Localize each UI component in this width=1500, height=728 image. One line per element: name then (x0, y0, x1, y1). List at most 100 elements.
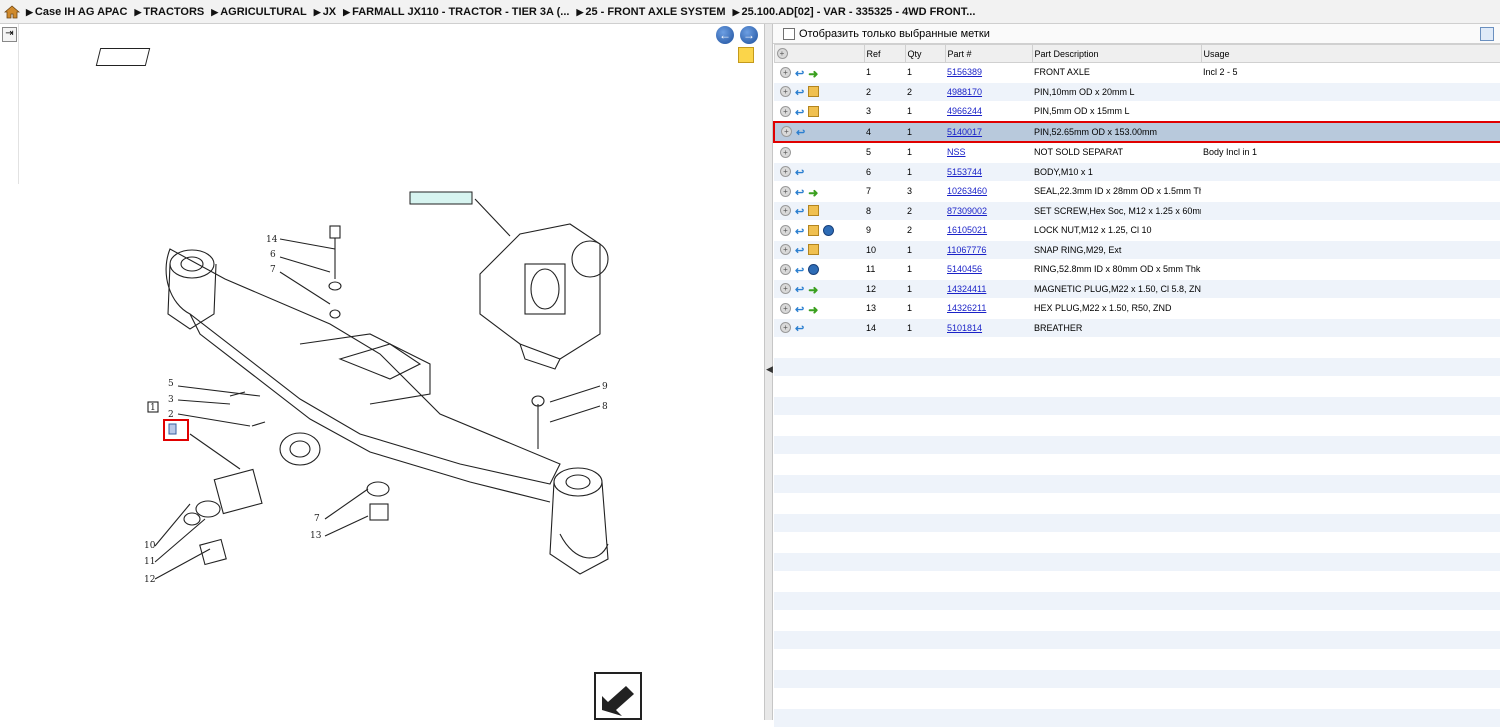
expand-panel-button[interactable]: ⇥ (2, 27, 17, 42)
table-row[interactable]: + ↩ ➜ 12 1 14324411 MAGNETIC PLUG,M22 x 1.50, … (774, 279, 1500, 299)
callout-label[interactable]: 2 (168, 410, 174, 420)
part-number-link[interactable]: 5156389 (947, 67, 982, 77)
forward-reference-icon[interactable]: ➜ (808, 283, 818, 297)
callout-label[interactable]: 7 (270, 265, 276, 275)
add-to-list-icon[interactable]: + (780, 105, 791, 117)
package-icon[interactable] (808, 205, 820, 217)
add-to-list-icon[interactable]: + (780, 263, 791, 275)
list-settings-icon[interactable] (1480, 27, 1494, 41)
table-row[interactable]: + ↩ 10 1 11067776 SNAP RING,M29, Ext (774, 240, 1500, 260)
callout-label[interactable]: 11 (144, 557, 155, 567)
header-description[interactable]: Part Description (1031, 44, 1202, 63)
add-to-list-icon[interactable]: + (780, 146, 791, 158)
callout-label[interactable]: 9 (602, 382, 608, 392)
table-row[interactable]: + ↩ 2 2 4988170 PIN,10mm OD x 20mm L (774, 82, 1500, 102)
part-number-link[interactable]: 10263460 (947, 186, 987, 196)
add-to-list-icon[interactable]: + (780, 66, 791, 78)
table-row[interactable]: + ↩ 9 2 16105021 LOCK NUT,M12 x 1.25, Cl 10 (774, 220, 1500, 241)
callout-label[interactable]: 3 (168, 395, 174, 405)
callout-label[interactable]: 7 (314, 514, 320, 524)
add-to-list-icon[interactable]: + (780, 86, 791, 98)
header-part-number[interactable]: Part # (944, 44, 1033, 63)
callout-label[interactable]: 13 (310, 531, 322, 541)
callout-label[interactable]: 10 (144, 541, 156, 551)
header-qty[interactable]: Qty (904, 44, 946, 63)
back-reference-icon[interactable]: ↩ (795, 205, 804, 218)
part-number-link[interactable]: NSS (947, 147, 966, 157)
part-number-link[interactable]: 14324411 (947, 284, 986, 294)
add-to-list-icon[interactable]: + (781, 126, 792, 138)
table-row[interactable]: + ↩ ➜ 7 3 10263460 SEAL,22.3mm ID x 28mm OD x … (774, 181, 1500, 202)
table-row[interactable]: + ↩ 14 1 5101814 BREATHER (774, 318, 1500, 338)
add-to-list-icon[interactable]: + (780, 244, 791, 256)
back-reference-icon[interactable]: ↩ (795, 303, 804, 316)
add-to-list-icon[interactable]: + (780, 224, 791, 236)
breadcrumb-item-jx[interactable]: ▶ JX (314, 6, 336, 18)
back-reference-icon[interactable]: ↩ (795, 166, 804, 179)
part-number-link[interactable]: 5140017 (947, 127, 982, 137)
table-row[interactable]: +5 1 NSS NOT SOLD SEPARAT Body Incl in 1 (774, 142, 1500, 163)
add-to-list-icon[interactable]: + (780, 166, 791, 178)
part-number-link[interactable]: 5153744 (947, 167, 982, 177)
part-number-link[interactable]: 4988170 (947, 87, 982, 97)
back-reference-icon[interactable]: ↩ (795, 322, 804, 335)
package-icon[interactable] (808, 224, 820, 236)
pane-splitter[interactable]: ◀ (764, 24, 773, 720)
breadcrumb-item-tractors[interactable]: ▶ TRACTORS (134, 6, 204, 18)
collapse-arrow-icon[interactable]: ◀ (766, 364, 773, 375)
globe-icon[interactable] (823, 224, 835, 236)
previous-page-button[interactable]: ← (716, 26, 734, 44)
part-number-link[interactable]: 14326211 (947, 303, 986, 313)
back-reference-icon[interactable]: ↩ (795, 186, 804, 199)
back-reference-icon[interactable]: ↩ (795, 67, 804, 80)
package-icon[interactable] (808, 86, 820, 98)
breadcrumb-item-model[interactable]: ▶ FARMALL JX110 - TRACTOR - TIER 3A (... (343, 6, 569, 18)
home-icon[interactable] (4, 4, 20, 20)
back-reference-icon[interactable]: ↩ (795, 283, 804, 296)
table-row[interactable]: + ↩ 4 1 5140017 PIN,52.65mm OD x 153.00mm (773, 120, 1500, 143)
table-row[interactable]: + ↩ 3 1 4966244 PIN,5mm OD x 15mm L (774, 101, 1500, 122)
breadcrumb-item-brand[interactable]: ▶ Case IH AG APAC (26, 6, 127, 18)
package-icon[interactable] (808, 244, 820, 256)
breadcrumb-item-variant[interactable]: ▶ 25.100.AD[02] - VAR - 335325 - 4WD FRON… (733, 6, 976, 18)
add-to-list-icon[interactable]: + (780, 205, 791, 217)
callout-label[interactable]: 8 (602, 402, 608, 412)
part-number-link[interactable]: 5101814 (947, 323, 982, 333)
show-selected-checkbox[interactable] (783, 27, 795, 40)
next-page-button[interactable]: → (740, 26, 758, 44)
part-number-link[interactable]: 11067776 (947, 245, 986, 255)
callout-label[interactable]: 6 (270, 250, 276, 260)
callout-label[interactable]: 5 (168, 379, 174, 389)
globe-icon[interactable] (808, 263, 820, 275)
breadcrumb-item-system[interactable]: ▶ 25 - FRONT AXLE SYSTEM (576, 6, 725, 18)
part-number-link[interactable]: 87309002 (947, 206, 987, 216)
table-row[interactable]: + ↩ ➜ 13 1 14326211 HEX PLUG,M22 x 1.50, R50, … (774, 298, 1500, 319)
table-row[interactable]: + ↩ ➜ 1 1 5156389 FRONT AXLE Incl 2 - 5 (774, 62, 1500, 83)
back-reference-icon[interactable]: ↩ (795, 244, 804, 257)
back-reference-icon[interactable]: ↩ (795, 225, 804, 238)
forward-reference-icon[interactable]: ➜ (808, 186, 818, 200)
header-usage[interactable]: Usage (1200, 44, 1500, 63)
return-arrow-button[interactable] (594, 672, 642, 720)
forward-reference-icon[interactable]: ➜ (808, 67, 818, 81)
breadcrumb-item-agricultural[interactable]: ▶ AGRICULTURAL (211, 6, 306, 18)
forward-reference-icon[interactable]: ➜ (808, 303, 818, 317)
back-reference-icon[interactable]: ↩ (795, 106, 804, 119)
expand-all-icon[interactable]: + (776, 48, 788, 60)
note-icon[interactable] (738, 47, 754, 63)
package-icon[interactable] (808, 105, 820, 117)
add-to-list-icon[interactable]: + (780, 283, 791, 295)
callout-label[interactable]: 12 (144, 575, 155, 585)
back-reference-icon[interactable]: ↩ (796, 126, 805, 139)
table-row[interactable]: + ↩ 11 1 5140456 RING,52.8mm ID x 80mm OD x 5… (774, 259, 1500, 280)
part-number-link[interactable]: 5140456 (947, 264, 982, 274)
table-row[interactable]: + ↩ 6 1 5153744 BODY,M10 x 1 (774, 162, 1500, 182)
callout-label[interactable]: 1 (150, 403, 156, 413)
part-number-link[interactable]: 16105021 (947, 225, 987, 235)
back-reference-icon[interactable]: ↩ (795, 86, 804, 99)
header-ref[interactable]: Ref (863, 44, 906, 63)
add-to-list-icon[interactable]: + (780, 185, 791, 197)
callout-label[interactable]: 14 (266, 235, 278, 245)
add-to-list-icon[interactable]: + (780, 302, 791, 314)
add-to-list-icon[interactable]: + (780, 322, 791, 334)
